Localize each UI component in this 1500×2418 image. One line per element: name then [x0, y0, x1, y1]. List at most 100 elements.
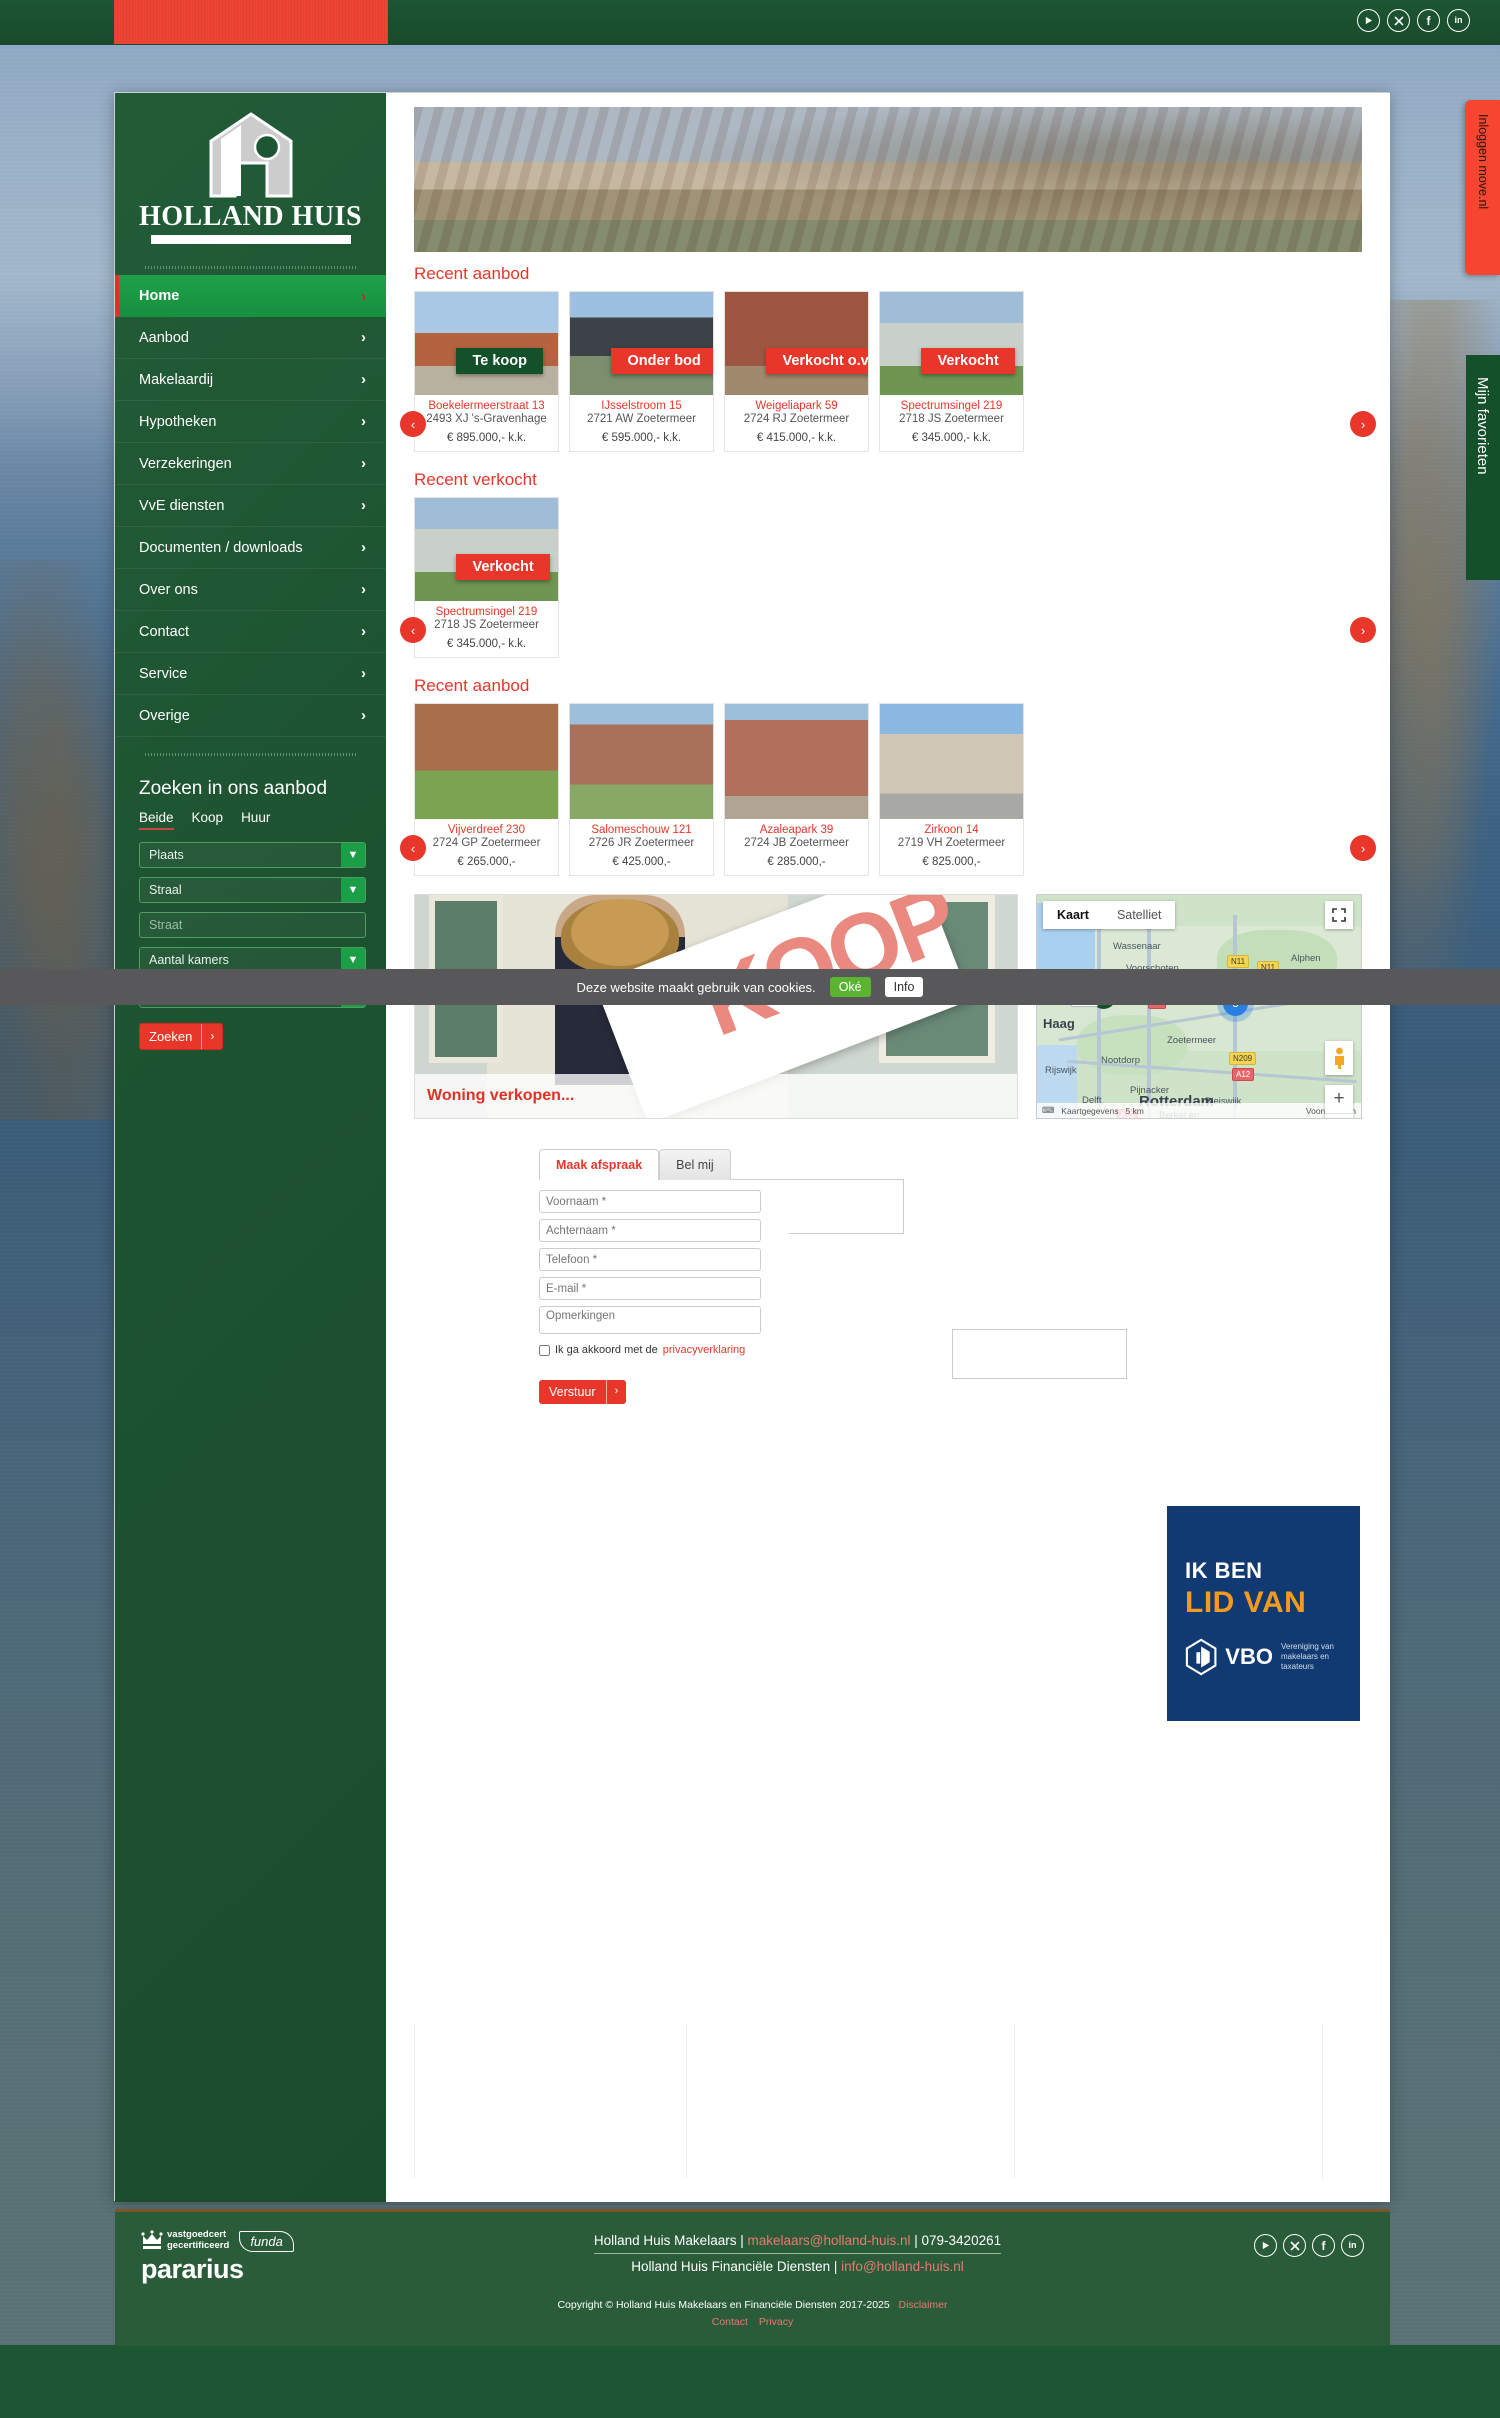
privacy-consent-row: Ik ga akkoord met de privacyverklaring [539, 1344, 789, 1356]
sidebar-item-documenten-downloads[interactable]: Documenten / downloads › [115, 527, 386, 569]
favorites-tab[interactable]: Mijn favorieten [1466, 355, 1500, 580]
chevron-right-icon: › [361, 413, 366, 430]
favorites-tab-label: Mijn favorieten [1474, 377, 1491, 475]
footer-phone: | 079-3420261 [910, 2233, 1002, 2248]
sidebar-item-vve-diensten[interactable]: VvE diensten › [115, 485, 386, 527]
x-icon[interactable] [1283, 2234, 1306, 2257]
search-select-straal[interactable]: Straal ▼ [139, 877, 366, 903]
site-logo[interactable]: HOLLAND HUIS [115, 93, 386, 250]
search-tab-huur[interactable]: Huur [241, 810, 270, 830]
property-card[interactable]: Salomeschouw 121 2726 JR Zoetermeer € 42… [569, 703, 714, 876]
property-card[interactable]: Verkocht o.v. Weigeliapark 59 2724 RJ Zo… [724, 291, 869, 452]
carousel-prev-button[interactable]: ‹ [400, 835, 426, 861]
vbo-member-banner[interactable]: IK BEN LID VAN VBO Vereniging van makela… [1167, 1506, 1360, 1721]
property-address: Salomeschouw 121 [591, 824, 692, 836]
form-side-panel [789, 1179, 904, 1234]
map-zoom-in-button[interactable]: + [1325, 1085, 1353, 1113]
carousel-next-button[interactable]: › [1350, 411, 1376, 437]
submit-button[interactable]: Verstuur › [539, 1380, 627, 1404]
cookie-accept-button[interactable]: Oké [829, 977, 871, 997]
carousel-next-button[interactable]: › [1350, 617, 1376, 643]
map-tab-kaart[interactable]: Kaart [1043, 901, 1103, 929]
map-road-shield: N11 [1227, 955, 1250, 968]
property-caption: Spectrumsingel 219 2718 JS Zoetermeer € … [879, 395, 1024, 452]
privacy-link[interactable]: Privacy [759, 2316, 793, 2328]
property-thumbnail: Te koop [414, 291, 559, 395]
chevron-right-icon: › [361, 287, 366, 305]
sidebar-item-service[interactable]: Service › [115, 653, 386, 695]
property-card[interactable]: Verkocht Spectrumsingel 219 2718 JS Zoet… [414, 497, 559, 658]
property-card[interactable]: Vijverdreef 230 2724 GP Zoetermeer € 265… [414, 703, 559, 876]
carousel-prev-button[interactable]: ‹ [400, 617, 426, 643]
property-card[interactable]: Azaleapark 39 2724 JB Zoetermeer € 285.0… [724, 703, 869, 876]
vbo-tagline-1: Vereniging van [1280, 1642, 1334, 1651]
x-icon[interactable] [1387, 9, 1410, 32]
sidebar-item-hypotheken[interactable]: Hypotheken › [115, 401, 386, 443]
property-caption: Weigeliapark 59 2724 RJ Zoetermeer € 415… [724, 395, 869, 452]
fullscreen-icon [1332, 908, 1346, 922]
linkedin-icon[interactable]: in [1341, 2234, 1364, 2257]
achternaam-field[interactable] [539, 1219, 761, 1242]
search-select-plaats[interactable]: Plaats ▼ [139, 842, 366, 868]
funda-logo[interactable]: funda [239, 2230, 294, 2252]
map-street-view-pegman[interactable] [1325, 1041, 1353, 1075]
map-fullscreen-button[interactable] [1325, 901, 1353, 929]
carousel-next-button[interactable]: › [1350, 835, 1376, 861]
facebook-icon[interactable]: f [1312, 2234, 1335, 2257]
opmerkingen-field[interactable] [539, 1306, 761, 1334]
sidebar-item-makelaardij[interactable]: Makelaardij › [115, 359, 386, 401]
map-road-shield: N209 [1229, 1052, 1257, 1065]
footer-email-makelaars[interactable]: makelaars@holland-huis.nl [747, 2233, 910, 2248]
tab-maak-afspraak[interactable]: Maak afspraak [539, 1149, 660, 1180]
promo-caption: Woning verkopen... [427, 1087, 575, 1104]
tab-bel-mij[interactable]: Bel mij [659, 1149, 731, 1180]
search-tab-koop[interactable]: Koop [192, 810, 224, 830]
search-input-straat[interactable]: Straat [139, 912, 366, 938]
contact-link[interactable]: Contact [712, 2316, 748, 2328]
youtube-icon[interactable] [1254, 2234, 1277, 2257]
sidebar-item-overige[interactable]: Overige › [115, 695, 386, 737]
woning-verkopen-promo[interactable]: KOOP Woning verkopen... [414, 894, 1018, 1119]
property-status-badge: Verkocht [456, 553, 550, 580]
sidebar-item-label: Service [139, 665, 188, 682]
property-card[interactable]: Onder bod IJsselstroom 15 2721 AW Zoeter… [569, 291, 714, 452]
section-title-recent-aanbod-1: Recent aanbod [414, 264, 530, 283]
sidebar-item-label: Makelaardij [139, 371, 214, 388]
property-status-badge: Te koop [456, 347, 543, 374]
search-tab-beide[interactable]: Beide [139, 810, 174, 830]
sidebar: HOLLAND HUIS Home › Aanbod › Makelaardij › … [115, 93, 386, 2202]
footer-contact: Holland Huis Makelaars | makelaars@holla… [401, 2230, 1194, 2274]
privacy-consent-checkbox[interactable] [539, 1344, 550, 1356]
property-card[interactable]: Te koop Boekelermeerstraat 13 2493 XJ 's… [414, 291, 559, 452]
linkedin-icon[interactable]: in [1447, 9, 1470, 32]
sidebar-item-contact[interactable]: Contact › [115, 611, 386, 653]
carousel-prev-button[interactable]: ‹ [400, 411, 426, 437]
sidebar-item-verzekeringen[interactable]: Verzekeringen › [115, 443, 386, 485]
login-move-tab[interactable]: Inloggen move.nl [1465, 100, 1500, 275]
privacy-policy-link[interactable]: privacyverklaring [663, 1344, 746, 1356]
disclaimer-link[interactable]: Disclaimer [899, 2299, 948, 2311]
sidebar-item-over-ons[interactable]: Over ons › [115, 569, 386, 611]
facebook-icon[interactable]: f [1417, 9, 1440, 32]
pararius-logo[interactable]: pararius [141, 2254, 401, 2285]
property-price: € 285.000,- [767, 856, 826, 868]
search-submit-button[interactable]: Zoeken › [139, 1023, 224, 1050]
sidebar-item-home[interactable]: Home › [115, 275, 386, 317]
site-footer: vastgoedcert gecertificeerd funda parari… [115, 2209, 1390, 2346]
sidebar-item-aanbod[interactable]: Aanbod › [115, 317, 386, 359]
voornaam-field[interactable] [539, 1190, 761, 1213]
footer-column-separators [414, 2023, 1359, 2178]
map-zoom-out-button[interactable]: − [1325, 1114, 1353, 1118]
properties-map[interactable]: Kaart Satelliet + Wassenaar Alphen Haag … [1036, 894, 1362, 1119]
email-field[interactable] [539, 1277, 761, 1300]
telefoon-field[interactable] [539, 1248, 761, 1271]
map-tab-satelliet[interactable]: Satelliet [1102, 901, 1176, 929]
footer-email-info[interactable]: info@holland-huis.nl [841, 2259, 964, 2274]
promo-caption-bar: Woning verkopen... [415, 1074, 1017, 1118]
footer-contact-line-2: Holland Huis Financiële Diensten | info@… [401, 2259, 1194, 2274]
cookie-info-button[interactable]: Info [884, 977, 924, 997]
youtube-icon[interactable] [1357, 9, 1380, 32]
property-address: Vijverdreef 230 [447, 824, 526, 836]
property-card[interactable]: Verkocht Spectrumsingel 219 2718 JS Zoet… [879, 291, 1024, 452]
property-card[interactable]: Zirkoon 14 2719 VH Zoetermeer € 825.000,… [879, 703, 1024, 876]
